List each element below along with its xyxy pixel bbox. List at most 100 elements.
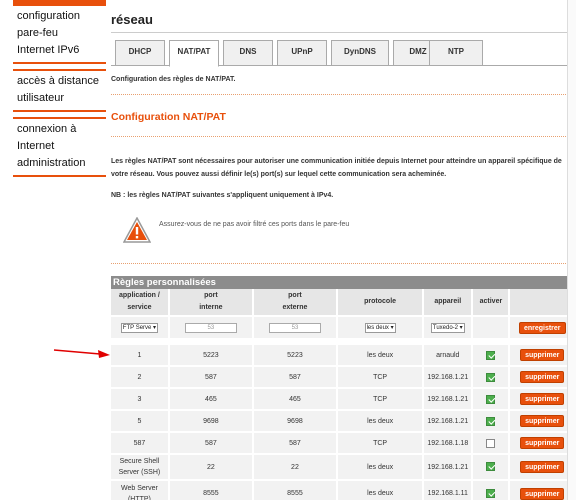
col-device: appareil: [423, 289, 474, 316]
cell-active: [472, 343, 511, 366]
cell-protocol: les deux: [336, 453, 425, 480]
sidebar-group-remote: accès à distance utilisateur: [13, 69, 106, 112]
delete-button[interactable]: supprimer: [520, 371, 565, 383]
delete-button[interactable]: supprimer: [520, 349, 565, 361]
device-select[interactable]: Tuxedo-2 ▾: [430, 322, 465, 333]
sidebar: configuration pare-feu Internet IPv6 acc…: [13, 0, 106, 177]
cell-device: 192.168.1.18: [423, 431, 474, 454]
cell-internal-port: 5223: [168, 343, 254, 366]
cell-active: [472, 431, 511, 454]
tab-ntp[interactable]: NTP: [429, 40, 483, 66]
delete-button[interactable]: supprimer: [520, 393, 565, 405]
cell-internal-port: 465: [168, 387, 254, 410]
cell-device: 192.168.1.21: [423, 365, 474, 388]
warning-text: Assurez-vous de ne pas avoir filtré ces …: [159, 221, 350, 228]
section-title: Configuration NAT/PAT: [111, 111, 226, 123]
cell-service: Secure Shell Server (SSH): [111, 453, 170, 480]
cell-device: 192.168.1.21: [423, 387, 474, 410]
active-checkbox[interactable]: [486, 462, 496, 472]
sidebar-item-connexion[interactable]: connexion à: [17, 121, 102, 138]
cell-actions: supprimer: [509, 479, 576, 500]
cell-protocol: les deux: [336, 479, 425, 500]
delete-button[interactable]: supprimer: [520, 415, 565, 427]
cell-protocol: TCP: [336, 387, 425, 410]
scrollbar[interactable]: [567, 0, 576, 500]
active-checkbox[interactable]: [486, 394, 496, 404]
divider: [111, 94, 576, 95]
tab-dns[interactable]: DNS: [223, 40, 273, 66]
sidebar-group-admin: connexion à Internet administration: [13, 117, 106, 177]
title-divider: [111, 32, 576, 33]
cell-internal-port: 9698: [168, 409, 254, 432]
service-select[interactable]: FTP Serve ▾: [120, 322, 159, 333]
table-row: Web Server (HTTP) 8555 8555 les deux 192.168…: [111, 479, 576, 500]
cell-internal-port: 22: [168, 453, 254, 480]
save-button[interactable]: enregistrer: [518, 321, 566, 334]
cell-actions: supprimer: [509, 343, 576, 366]
cell-actions: supprimer: [509, 387, 576, 410]
cell-actions: supprimer: [509, 365, 576, 388]
tab-upnp[interactable]: UPnP: [277, 40, 327, 66]
delete-button[interactable]: supprimer: [520, 487, 565, 500]
sidebar-item-configuration[interactable]: configuration: [17, 8, 102, 25]
sidebar-item-internet-ipv6[interactable]: Internet IPv6: [17, 42, 102, 59]
page-title: réseau: [111, 12, 153, 27]
cell-active: [472, 453, 511, 480]
col-actions: [509, 289, 576, 316]
cell-active: [472, 409, 511, 432]
ipv4-note: NB : les règles NAT/PAT suivantes s'appl…: [111, 192, 334, 199]
cell-device: 192.168.1.21: [423, 409, 474, 432]
cell-external-port: 22: [252, 453, 338, 480]
tab-dhcp[interactable]: DHCP: [115, 40, 165, 66]
cell-protocol: TCP: [336, 365, 425, 388]
cell-service: 587: [111, 431, 170, 454]
cell-internal-port: 587: [168, 365, 254, 388]
cell-active: [472, 365, 511, 388]
tab-nat-pat[interactable]: NAT/PAT: [169, 40, 219, 67]
sidebar-item-acces-distance[interactable]: accès à distance: [17, 73, 102, 90]
cell-active: [472, 479, 511, 500]
cell-external-port: 5223: [252, 343, 338, 366]
sidebar-item-pare-feu[interactable]: pare-feu: [17, 25, 102, 42]
description-text: Les règles NAT/PAT sont nécessaires pour…: [111, 158, 562, 178]
active-checkbox[interactable]: [486, 350, 496, 360]
page-subtitle: Configuration des règles de NAT/PAT.: [111, 76, 236, 83]
cell-internal-port: 587: [168, 431, 254, 454]
cell-internal-port: 8555: [168, 479, 254, 500]
warning-box: Assurez-vous de ne pas avoir filtré ces …: [121, 213, 481, 247]
cell-actions: supprimer: [509, 431, 576, 454]
tab-bar: DHCP NAT/PAT DNS UPnP DynDNS DMZ NTP: [111, 40, 576, 67]
sidebar-item-administration[interactable]: administration: [17, 155, 102, 172]
table-row: Secure Shell Server (SSH) 22 22 les deux 192…: [111, 453, 576, 480]
col-external-port: port externe: [252, 289, 338, 316]
sidebar-item-utilisateur[interactable]: utilisateur: [17, 90, 102, 107]
external-port-input[interactable]: 53: [268, 322, 321, 333]
cell-protocol: TCP: [336, 431, 425, 454]
cell-service: Web Server (HTTP): [111, 479, 170, 500]
col-active: activer: [472, 289, 511, 316]
delete-button[interactable]: supprimer: [520, 437, 565, 449]
cell-actions: supprimer: [509, 409, 576, 432]
cell-actions: supprimer: [509, 453, 576, 480]
cell-service: 5: [111, 409, 170, 432]
col-protocol: protocole: [336, 289, 425, 316]
warning-icon: [123, 217, 151, 243]
delete-button[interactable]: supprimer: [520, 461, 565, 473]
active-checkbox[interactable]: [486, 488, 496, 498]
cell-device: 192.168.1.11: [423, 479, 474, 500]
cell-protocol: les deux: [336, 409, 425, 432]
protocol-select[interactable]: les deux ▾: [364, 322, 396, 333]
sidebar-item-internet[interactable]: Internet: [17, 138, 102, 155]
internal-port-input[interactable]: 53: [184, 322, 237, 333]
red-arrow-annotation: [53, 349, 110, 358]
rules-table-header: Règles personnalisées: [111, 276, 576, 289]
active-checkbox[interactable]: [486, 438, 496, 448]
main-content: réseau DHCP NAT/PAT DNS UPnP DynDNS DMZ …: [111, 0, 576, 500]
active-checkbox[interactable]: [486, 416, 496, 426]
cell-device: arnauld: [423, 343, 474, 366]
tab-dyndns[interactable]: DynDNS: [331, 40, 389, 66]
cell-service: 1: [111, 343, 170, 366]
divider: [111, 136, 576, 137]
active-checkbox[interactable]: [486, 372, 496, 382]
col-service: application / service: [111, 289, 170, 316]
